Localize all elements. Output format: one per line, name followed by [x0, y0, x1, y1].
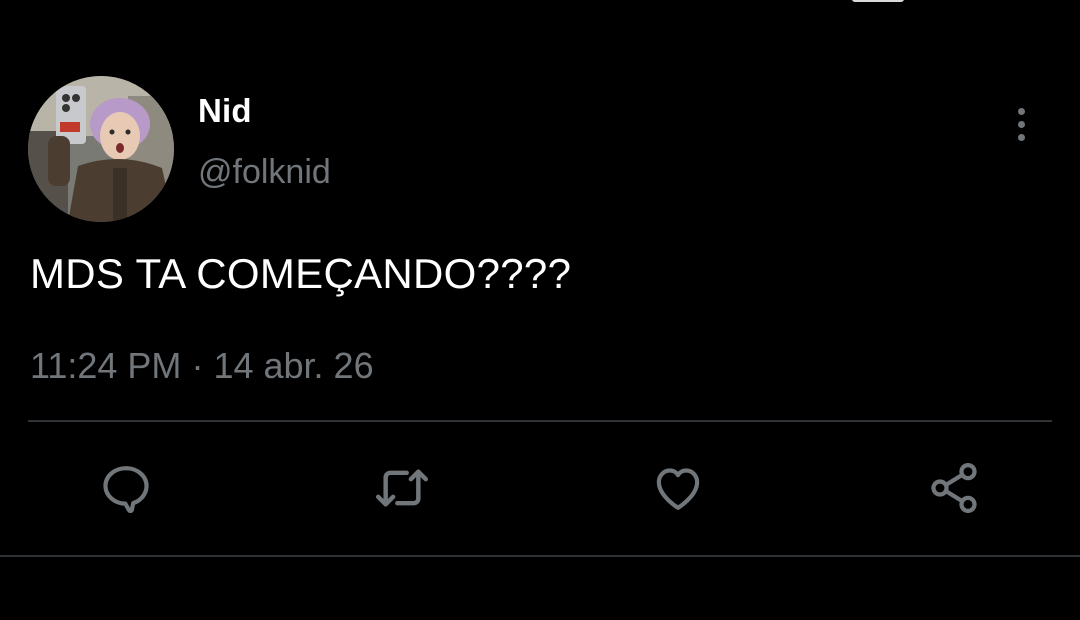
- meta-separator: ·: [191, 345, 204, 386]
- share-icon: [931, 463, 977, 513]
- avatar[interactable]: [28, 76, 174, 222]
- tweet-text: MDS TA COMEÇANDO????: [30, 250, 572, 297]
- more-dot-icon: [1017, 120, 1025, 128]
- author-handle[interactable]: @folknid: [198, 153, 331, 192]
- tweet-time: 11:24 PM: [30, 345, 182, 386]
- tweet-timestamp[interactable]: 11:24 PM · 14 abr. 26: [30, 345, 374, 387]
- retweet-button[interactable]: [372, 458, 432, 518]
- more-options-button[interactable]: [1004, 102, 1038, 146]
- more-dot-icon: [1017, 107, 1025, 115]
- retweet-icon: [375, 469, 429, 507]
- like-button[interactable]: [648, 458, 708, 518]
- status-bar-indicator: [852, 0, 904, 2]
- user-avatar-photo-icon: [28, 76, 174, 222]
- divider: [0, 555, 1080, 557]
- more-dot-icon: [1017, 133, 1025, 141]
- tweet-date: 14 abr. 26: [213, 345, 374, 386]
- share-button[interactable]: [924, 458, 984, 518]
- author-display-name[interactable]: Nid: [198, 92, 252, 130]
- reply-button[interactable]: [96, 458, 156, 518]
- reply-icon: [103, 466, 149, 514]
- heart-icon: [656, 468, 700, 510]
- divider: [28, 420, 1052, 422]
